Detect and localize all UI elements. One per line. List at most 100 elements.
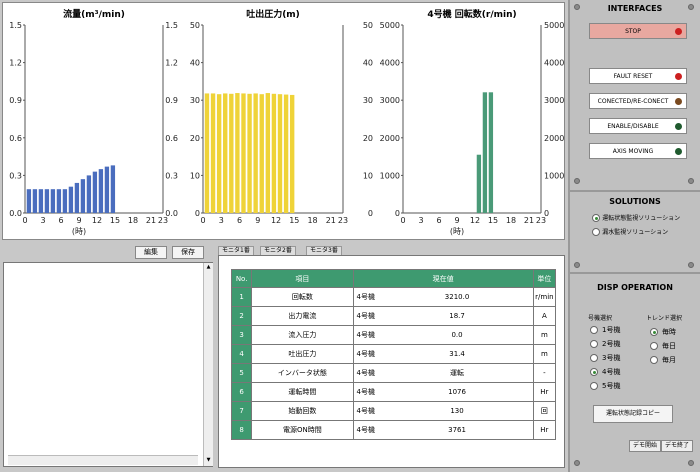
chart-title: 4号機 回転数(r/min)	[427, 8, 516, 20]
y-tick-label-secondary: 10	[363, 171, 373, 180]
x-tick-label: 6	[237, 216, 242, 225]
unit-option-5[interactable]: 5号機	[590, 381, 620, 393]
bar	[235, 93, 240, 213]
demo-start-button[interactable]: デモ開始	[629, 440, 662, 452]
x-tick-label: 0	[200, 216, 205, 225]
radio-off-icon	[590, 382, 598, 390]
trend-charts: 流量(m³/min) 0.0 0.3 0.6 0.9 1.2 1.5 0 3 6 9 12 15 18 21…	[9, 8, 564, 236]
unit-cell: Hr	[532, 420, 557, 440]
value-cell: 運転	[381, 363, 534, 383]
value-cell: 0.0	[381, 325, 534, 345]
y-tick-label-right: 1000	[544, 171, 564, 180]
horizontal-scrollbar[interactable]	[8, 455, 198, 465]
screw-icon	[688, 460, 694, 466]
table-row: 5 インバータ状態 4号機 運転 -	[230, 363, 557, 383]
column-header-value: 現在値	[352, 269, 534, 288]
radio-off-icon	[590, 354, 598, 362]
trend-option-1[interactable]: 毎時	[650, 327, 676, 339]
column-header-item: 項目	[251, 269, 354, 288]
bar	[271, 93, 277, 213]
x-tick-label: 9	[454, 216, 459, 225]
edit-button[interactable]: 編集	[135, 246, 167, 259]
unit-option-3[interactable]: 3号機	[590, 353, 620, 365]
x-tick-label: 18	[506, 216, 516, 225]
screw-icon	[574, 178, 580, 184]
axis-moving-button[interactable]: AXIS MOVING	[589, 143, 687, 159]
copy-record-button[interactable]: 運転状態記録コピー	[593, 405, 673, 423]
no: 7	[230, 401, 253, 421]
x-tick-label: 18	[307, 216, 317, 225]
item-cell: 吐出圧力	[251, 344, 354, 364]
unit-option-2[interactable]: 2号機	[590, 339, 620, 351]
divider	[570, 272, 700, 274]
y-tick-label: 1000	[380, 171, 400, 180]
trend-chart-panel: 流量(m³/min) 0.0 0.3 0.6 0.9 1.2 1.5 0 3 6 9 12 15 18 21…	[2, 2, 565, 240]
bar	[223, 93, 228, 213]
vertical-scrollbar[interactable]: ▲ ▼	[203, 263, 213, 466]
solution-option-leak[interactable]: 漏水監視ソリューション	[592, 227, 668, 239]
y-tick-label: 0	[195, 209, 200, 218]
no: 1	[230, 287, 253, 307]
stop-lamp-icon	[675, 28, 682, 35]
bar	[247, 93, 252, 213]
y-tick-label-secondary: 1.5	[165, 21, 178, 30]
tab-monitor-2[interactable]: モニタ2番	[260, 246, 296, 255]
connect-button[interactable]: CONECTED/RE-CONECT	[589, 93, 687, 109]
trend-option-label: 毎時	[662, 328, 676, 336]
y-tick-label: 10	[190, 171, 200, 180]
unit-cell: Hr	[532, 382, 557, 402]
enable-disable-button[interactable]: ENABLE/DISABLE	[589, 118, 687, 134]
tab-monitor-3[interactable]: モニタ3番	[306, 246, 342, 255]
table-row: 2 出力電流 4号機 18.7 A	[230, 306, 557, 326]
table-row: 8 電源ON時間 4号機 3761 Hr	[230, 420, 557, 440]
demo-end-button[interactable]: デモ終了	[661, 440, 694, 452]
scroll-up-icon[interactable]: ▲	[205, 264, 212, 271]
item-cell: 運転時間	[251, 382, 354, 402]
save-button[interactable]: 保存	[172, 246, 204, 259]
tab-monitor-1[interactable]: モニタ1番	[218, 246, 254, 255]
y-tick-label-secondary: 40	[363, 59, 373, 68]
unit-option-1[interactable]: 1号機	[590, 325, 620, 337]
x-axis-label: (時)	[72, 227, 86, 236]
chart-title: 吐出圧力(m)	[246, 8, 300, 20]
bar	[44, 189, 50, 213]
scroll-down-icon[interactable]: ▼	[205, 457, 212, 464]
value-cell: 1076	[381, 382, 534, 402]
unit-option-4[interactable]: 4号機	[590, 367, 620, 379]
bar	[56, 189, 62, 213]
radio-off-icon	[592, 228, 600, 236]
bar	[229, 93, 234, 213]
radio-on-icon	[650, 328, 658, 336]
trend-option-3[interactable]: 毎月	[650, 355, 676, 367]
bar	[92, 171, 98, 213]
x-tick-label: 12	[470, 216, 480, 225]
trend-option-2[interactable]: 毎日	[650, 341, 676, 353]
solution-option-label: 漏水監視ソリューション	[602, 229, 669, 236]
unit-cell: A	[532, 306, 557, 326]
x-tick-label: 6	[58, 216, 63, 225]
bar	[86, 175, 92, 213]
y-tick-label: 0.0	[9, 209, 22, 218]
item-cell: インバータ状態	[251, 363, 354, 383]
y-tick-label: 50	[190, 21, 200, 30]
radio-off-icon	[590, 340, 598, 348]
x-tick-label: 0	[22, 216, 27, 225]
x-tick-label: 12	[271, 216, 281, 225]
log-text-area[interactable]: ▲ ▼	[3, 262, 213, 467]
solution-option-monitor[interactable]: 運転状態監視ソリューション	[592, 213, 680, 225]
connect-lamp-icon	[675, 98, 682, 105]
unit-select-label: 号機選択	[588, 315, 613, 322]
fault-reset-button[interactable]: FAULT RESET	[589, 68, 687, 84]
stop-button[interactable]: STOP	[589, 23, 687, 39]
trend-option-label: 毎月	[662, 356, 676, 364]
y-tick-label-secondary: 30	[363, 96, 373, 105]
no: 4	[230, 344, 253, 364]
y-tick-label: 2000	[380, 134, 400, 143]
value-cell: 3761	[381, 420, 534, 440]
y-tick-label: 1.2	[9, 59, 22, 68]
interfaces-title: INTERFACES	[607, 4, 663, 13]
x-tick-label: 15	[488, 216, 498, 225]
status-table: No. 項目 現在値 単位 1 回転数 4号機 3210.0 r/min 2 出力電流 4号機…	[230, 269, 557, 440]
y-tick-label-secondary: 1.2	[165, 59, 178, 68]
no: 6	[230, 382, 253, 402]
